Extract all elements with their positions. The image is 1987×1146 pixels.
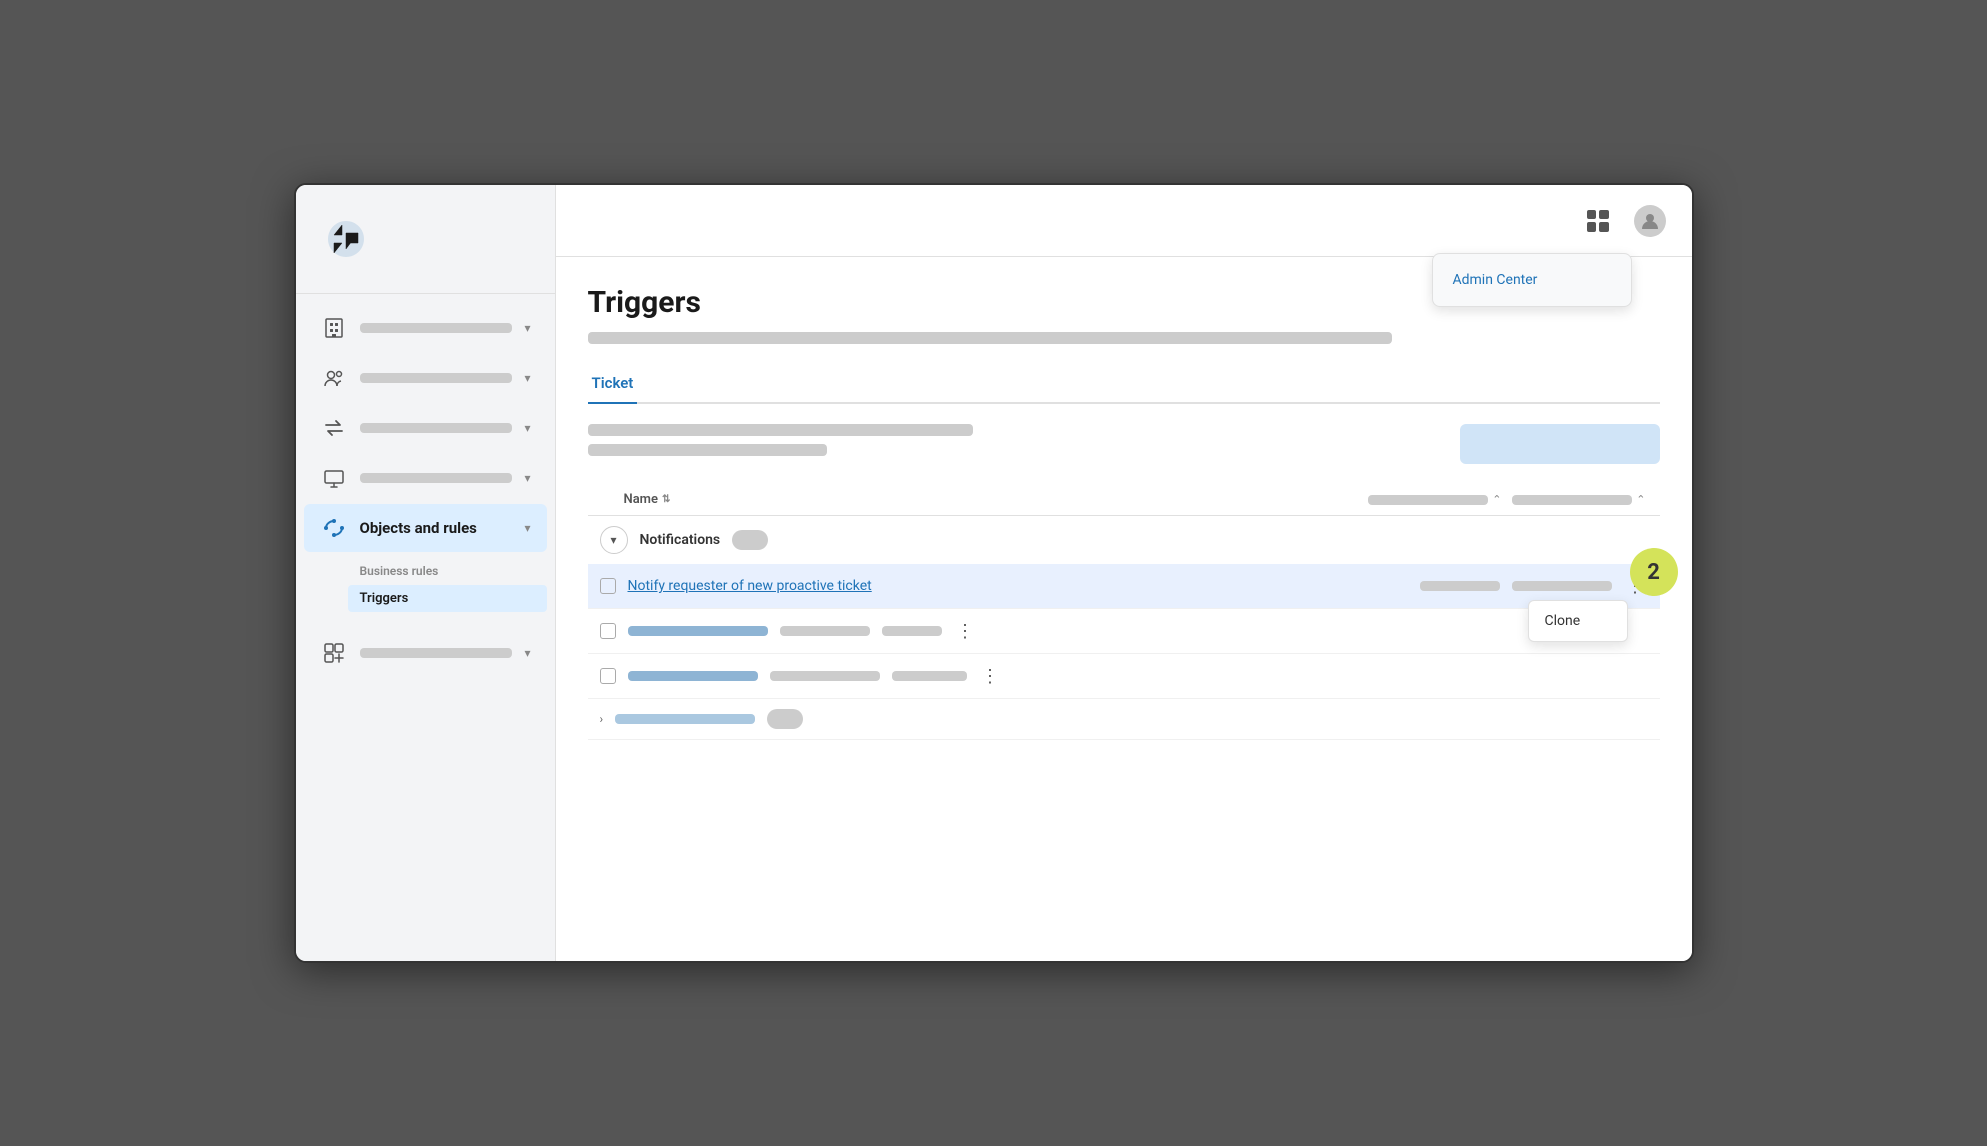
col-header-2[interactable]	[1368, 495, 1488, 505]
col-name-label: Name	[624, 492, 658, 507]
sidebar-item-apps[interactable]: ▾	[304, 629, 547, 677]
sidebar-item-spaces-bar	[360, 323, 513, 333]
topbar: Admin Center	[556, 185, 1692, 257]
arrows-icon	[320, 414, 348, 442]
meta-bar-1b	[1512, 581, 1612, 591]
row-name-bar-2	[628, 626, 768, 636]
row-checkbox-2[interactable]	[600, 623, 616, 639]
building-icon	[320, 314, 348, 342]
sidebar-item-workflows[interactable]: ▾	[304, 404, 547, 452]
row-actions-2: ⋮	[954, 619, 978, 643]
add-apps-icon	[320, 639, 348, 667]
admin-center-dropdown: Admin Center	[1432, 253, 1632, 307]
search-bar-1	[588, 424, 973, 436]
apps-menu-button[interactable]	[1580, 203, 1616, 239]
user-avatar[interactable]	[1632, 203, 1668, 239]
sidebar-item-people-bar	[360, 373, 513, 383]
meta-bar-3b	[892, 671, 967, 681]
sidebar-item-objects[interactable]: Objects and rules ▾	[304, 504, 547, 552]
notifications-group-row: ▾ Notifications	[588, 516, 1660, 564]
chevron-down-icon-5: ▾	[524, 521, 530, 535]
table-row-2: ⋮	[588, 609, 1660, 654]
chevron-down-icon-2: ▾	[524, 371, 530, 385]
sidebar-item-workflows-bar	[360, 423, 513, 433]
row-more-button-3[interactable]: ⋮	[979, 664, 1003, 688]
step-badge-2: 2	[1630, 548, 1678, 596]
sidebar-item-devices[interactable]: ▾	[304, 454, 547, 502]
row-name-link-1[interactable]: Notify requester of new proactive ticket	[628, 578, 1408, 594]
clone-menu-item[interactable]: Clone	[1529, 605, 1627, 637]
search-bars	[588, 424, 1444, 456]
expand-group-button[interactable]: ▾	[600, 526, 628, 554]
action-button[interactable]	[1460, 424, 1660, 464]
title-subbar	[588, 332, 1392, 344]
sidebar-subnav-section: Business rules	[348, 558, 555, 584]
sidebar: ▾ ▾	[296, 185, 556, 961]
expand-name-bar	[615, 714, 755, 724]
admin-center-link[interactable]: Admin Center	[1433, 262, 1631, 298]
logo-area	[296, 185, 555, 294]
meta-bar-2b	[882, 626, 942, 636]
chevron-down-icon: ▾	[524, 321, 530, 335]
user-profile-icon	[1634, 205, 1666, 237]
triggers-table: Name ⇅ ▾ Notifications	[588, 484, 1660, 740]
chevron-down-icon-6: ▾	[524, 646, 530, 660]
meta-bar-1a	[1420, 581, 1500, 591]
row-name-bar-3	[628, 671, 758, 681]
sidebar-item-devices-bar	[360, 473, 513, 483]
chevron-down-icon-3: ▾	[524, 421, 530, 435]
col-header-3[interactable]	[1512, 495, 1632, 505]
meta-bar-2a	[780, 626, 870, 636]
row-more-button-2[interactable]: ⋮	[954, 619, 978, 643]
group-toggle[interactable]	[732, 530, 768, 550]
expand-row: ›	[588, 699, 1660, 740]
monitor-icon	[320, 464, 348, 492]
apps-grid-icon	[1587, 210, 1609, 232]
search-bar-2	[588, 444, 828, 456]
sidebar-item-objects-label: Objects and rules	[360, 519, 513, 537]
row-meta-2	[780, 626, 942, 636]
main-content: Admin Center Triggers Ticket	[556, 185, 1692, 961]
search-action-row	[588, 424, 1660, 464]
col-header-name[interactable]: Name ⇅	[624, 492, 1360, 507]
table-row-3: ⋮	[588, 654, 1660, 699]
row-meta-3	[770, 671, 967, 681]
sidebar-subnav: Business rules Triggers	[296, 554, 555, 617]
expand-toggle[interactable]	[767, 709, 803, 729]
sidebar-item-people[interactable]: ▾	[304, 354, 547, 402]
objects-icon	[320, 514, 348, 542]
sidebar-subnav-triggers[interactable]: Triggers	[348, 585, 547, 612]
tabs: Ticket	[588, 364, 1660, 404]
sort-icon: ⇅	[662, 494, 670, 505]
group-label: Notifications	[640, 532, 721, 548]
zendesk-logo	[320, 213, 372, 265]
content-body: Triggers Ticket	[556, 257, 1692, 961]
sidebar-item-apps-bar	[360, 648, 513, 658]
sidebar-item-spaces[interactable]: ▾	[304, 304, 547, 352]
chevron-down-icon-4: ▾	[524, 471, 530, 485]
clone-context-menu: Clone	[1528, 600, 1628, 642]
row-checkbox-3[interactable]	[600, 668, 616, 684]
row-meta-1	[1420, 581, 1612, 591]
table-header-row: Name ⇅	[588, 484, 1660, 516]
tab-ticket[interactable]: Ticket	[588, 364, 638, 404]
row-actions-3: ⋮	[979, 664, 1003, 688]
sidebar-nav: ▾ ▾	[296, 294, 555, 961]
expand-row-chevron[interactable]: ›	[600, 712, 604, 726]
people-icon	[320, 364, 348, 392]
row-checkbox-1[interactable]	[600, 578, 616, 594]
table-row: Notify requester of new proactive ticket…	[588, 564, 1660, 609]
meta-bar-3a	[770, 671, 880, 681]
